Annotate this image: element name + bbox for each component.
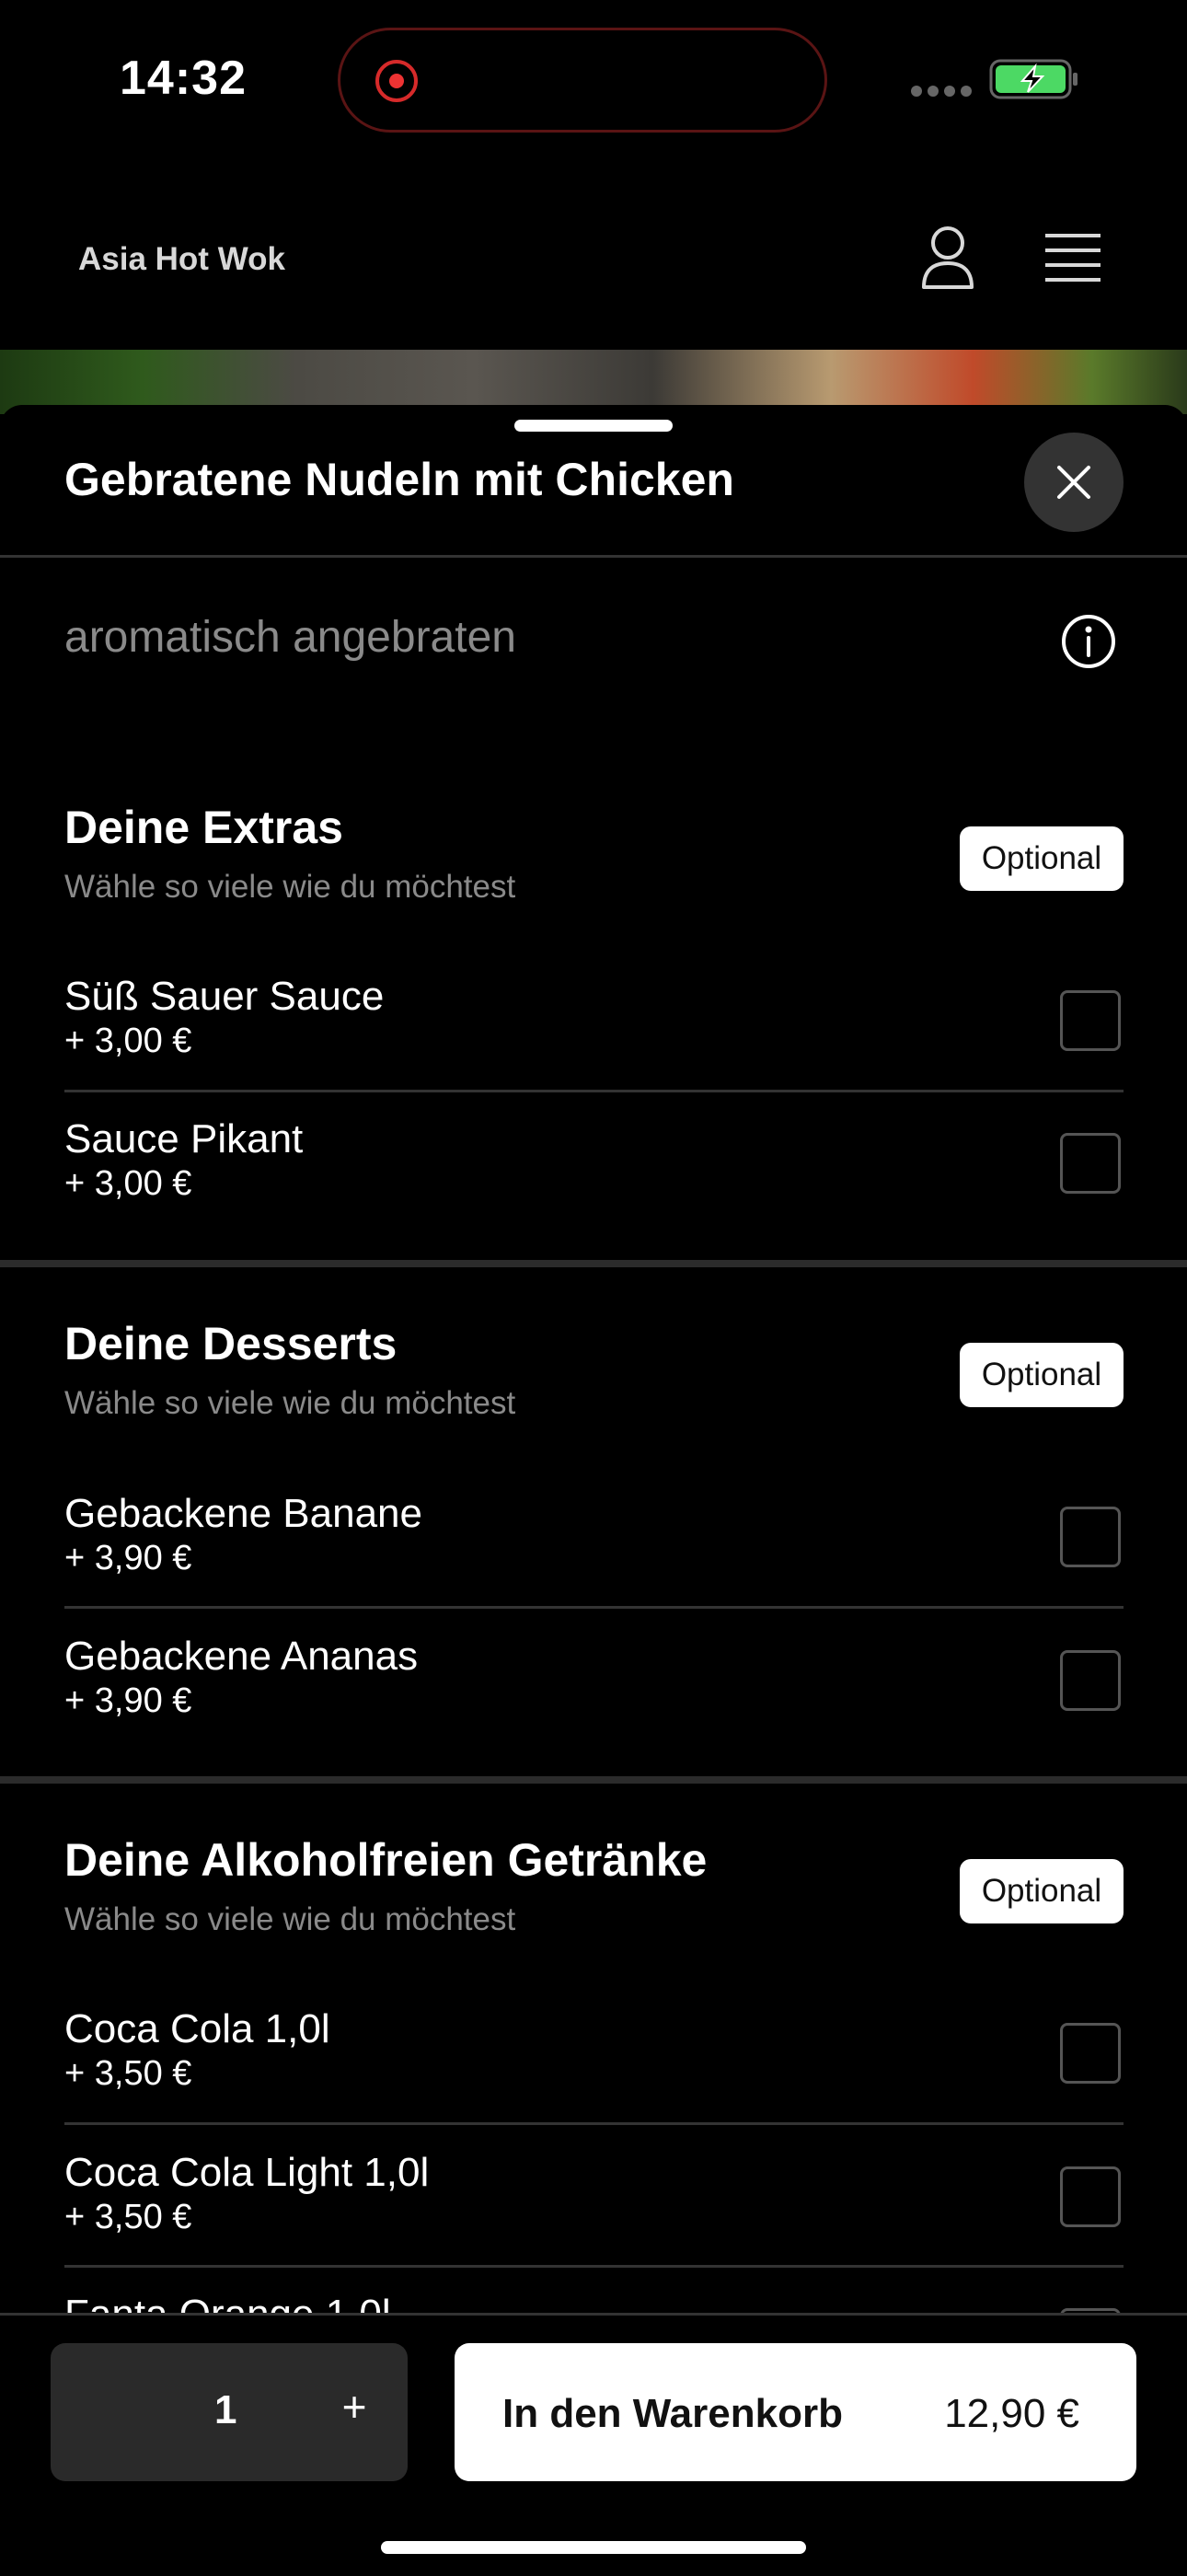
product-description: aromatisch angebraten xyxy=(64,613,516,662)
item-divider xyxy=(64,2265,1124,2268)
menu-icon[interactable] xyxy=(1043,232,1102,288)
plus-icon[interactable]: + xyxy=(331,2382,377,2432)
checkbox-icon[interactable] xyxy=(1060,2166,1121,2227)
product-title: Gebratene Nudeln mit Chicken xyxy=(64,454,734,505)
cart-total-price: 12,90 € xyxy=(944,2391,1079,2436)
record-icon xyxy=(375,60,418,102)
battery-icon xyxy=(989,59,1079,104)
info-icon[interactable] xyxy=(1060,613,1117,675)
item-price: + 3,50 € xyxy=(64,2198,192,2236)
item-name: Coca Cola 1,0l xyxy=(64,2006,330,2051)
add-to-cart-button[interactable]: In den Warenkorb 12,90 € xyxy=(455,2343,1136,2481)
status-bar: 14:32 xyxy=(0,0,1187,166)
group-separator xyxy=(0,1776,1187,1784)
item-price: + 3,00 € xyxy=(64,1022,192,1060)
bottom-action-bar: 1 + In den Warenkorb 12,90 € xyxy=(0,2313,1187,2576)
item-name: Süß Sauer Sauce xyxy=(64,974,385,1019)
group-subtitle: Wähle so viele wie du möchtest xyxy=(64,1901,516,1937)
close-icon xyxy=(1057,466,1090,499)
sheet-grabber[interactable] xyxy=(514,420,673,432)
group-separator xyxy=(0,1260,1187,1267)
home-indicator[interactable] xyxy=(381,2541,806,2554)
group-subtitle: Wähle so viele wie du möchtest xyxy=(64,1385,516,1421)
checkbox-icon[interactable] xyxy=(1060,2023,1121,2084)
optional-badge: Optional xyxy=(960,826,1124,891)
item-price: + 3,00 € xyxy=(64,1164,192,1203)
product-sheet: Gebratene Nudeln mit Chicken aromatisch … xyxy=(0,405,1187,2319)
item-divider xyxy=(64,2122,1124,2125)
item-divider xyxy=(64,1606,1124,1609)
item-price: + 3,50 € xyxy=(64,2054,192,2093)
item-name: Coca Cola Light 1,0l xyxy=(64,2150,430,2195)
quantity-stepper: 1 + xyxy=(51,2343,408,2481)
optional-badge: Optional xyxy=(960,1343,1124,1407)
item-price: + 3,90 € xyxy=(64,1681,192,1720)
item-divider xyxy=(64,1090,1124,1092)
dynamic-island xyxy=(338,28,827,133)
user-icon[interactable] xyxy=(918,225,977,295)
brand-name[interactable]: Asia Hot Wok xyxy=(78,241,285,278)
title-divider xyxy=(0,555,1187,558)
quantity-value: 1 xyxy=(214,2387,237,2432)
checkbox-icon[interactable] xyxy=(1060,1133,1121,1194)
status-time: 14:32 xyxy=(120,52,247,105)
item-name: Sauce Pikant xyxy=(64,1116,304,1161)
group-title-extras: Deine Extras xyxy=(64,802,343,853)
add-to-cart-label: In den Warenkorb xyxy=(502,2391,843,2436)
optional-badge: Optional xyxy=(960,1859,1124,1923)
group-subtitle: Wähle so viele wie du möchtest xyxy=(64,869,516,905)
item-price: + 3,90 € xyxy=(64,1539,192,1577)
checkbox-icon[interactable] xyxy=(1060,990,1121,1051)
app-header: Asia Hot Wok xyxy=(0,184,1187,350)
signal-icon xyxy=(911,85,977,101)
checkbox-icon[interactable] xyxy=(1060,1507,1121,1567)
checkbox-icon[interactable] xyxy=(1060,1650,1121,1711)
item-name: Gebackene Banane xyxy=(64,1491,422,1536)
group-title-drinks: Deine Alkoholfreien Getränke xyxy=(64,1834,708,1886)
group-title-desserts: Deine Desserts xyxy=(64,1318,398,1369)
close-button[interactable] xyxy=(1024,433,1124,532)
item-name: Gebackene Ananas xyxy=(64,1634,419,1679)
